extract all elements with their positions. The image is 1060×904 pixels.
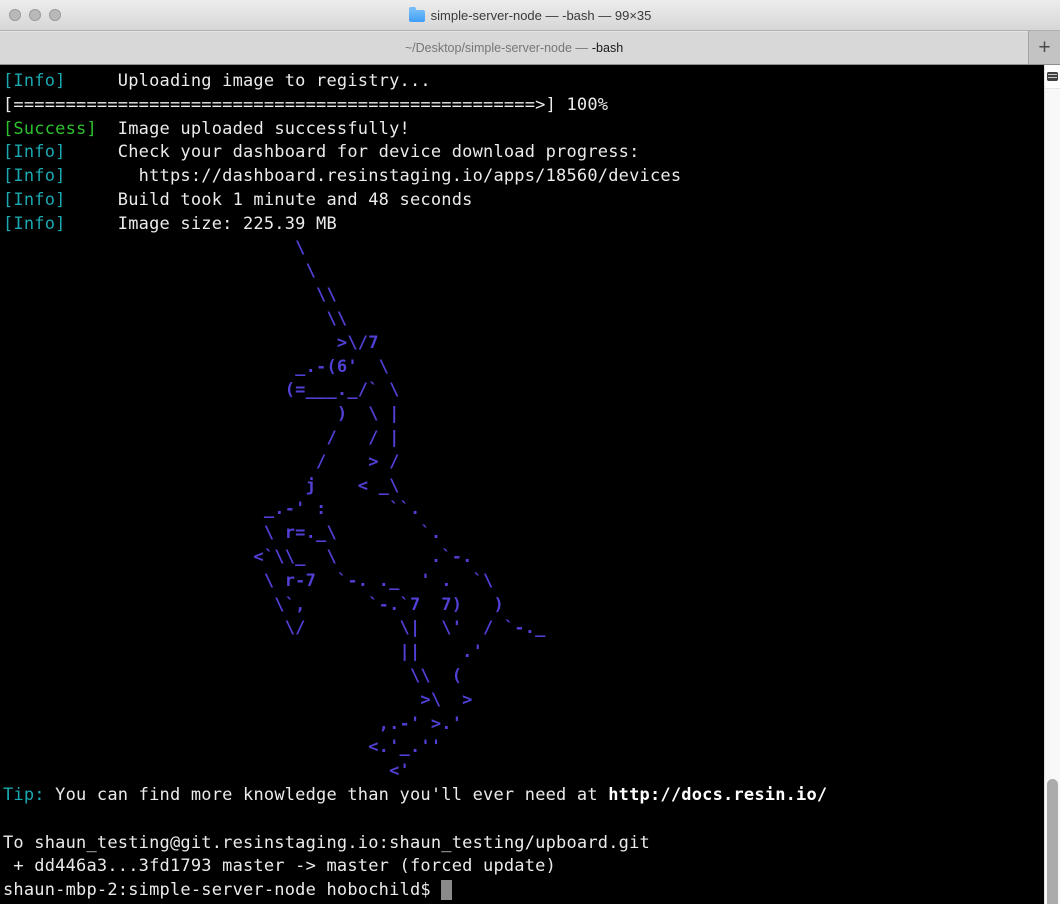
terminal-line: || .' xyxy=(3,641,1060,665)
text-segment: Image size: 225.39 MB xyxy=(66,214,337,234)
terminal-line: _.-' : ``. xyxy=(3,498,1060,522)
terminal-line: (=___._/` \ xyxy=(3,379,1060,403)
text-segment: \\ xyxy=(3,309,347,329)
terminal-line: / > / xyxy=(3,451,1060,475)
terminal-line: [Info] Build took 1 minute and 48 second… xyxy=(3,189,1060,213)
text-segment: \ r-7 `-. ._ ' . `\ xyxy=(3,571,493,591)
text-segment: >\ > xyxy=(3,690,473,710)
terminal-line: / / | xyxy=(3,427,1060,451)
terminal-line: ) \ | xyxy=(3,403,1060,427)
text-segment: Image uploaded successfully! xyxy=(97,119,410,139)
tab-active[interactable]: ~/Desktop/simple-server-node — -bash xyxy=(0,31,1028,64)
text-segment: To shaun_testing@git.resinstaging.io:sha… xyxy=(3,833,650,853)
text-segment: shaun-mbp-2:simple-server-node hobochild… xyxy=(3,880,441,900)
terminal-line: [Info] https://dashboard.resinstaging.io… xyxy=(3,165,1060,189)
terminal-line: + dd446a3...3fd1793 master -> master (fo… xyxy=(3,855,1060,879)
terminal-line: <.'_.'' xyxy=(3,736,1060,760)
terminal-output: [Info] Uploading image to registry...[==… xyxy=(0,65,1060,903)
close-button[interactable] xyxy=(9,9,21,21)
terminal-line: [Info] Uploading image to registry... xyxy=(3,70,1060,94)
terminal-line: <' xyxy=(3,760,1060,784)
text-segment: \\ ( xyxy=(3,666,462,686)
text-segment: _.-' : ``. xyxy=(3,499,420,519)
terminal-line: ,.-' >.' xyxy=(3,713,1060,737)
window-title: simple-server-node — -bash — 99×35 xyxy=(431,8,652,23)
text-segment: _.-(6' \ xyxy=(3,357,389,377)
text-segment: (=___._/` \ xyxy=(3,380,400,400)
text-segment: You can find more knowledge than you'll … xyxy=(45,785,608,805)
window-title-group: simple-server-node — -bash — 99×35 xyxy=(409,8,652,23)
text-segment: <`\\_ \ .`-. xyxy=(3,547,473,567)
terminal-line: \ xyxy=(3,237,1060,261)
terminal-line: \ r=._\ `. xyxy=(3,522,1060,546)
text-segment: || .' xyxy=(3,642,483,662)
terminal-line: Tip: You can find more knowledge than yo… xyxy=(3,784,1060,808)
terminal-line: \\ ( xyxy=(3,665,1060,689)
titlebar[interactable]: simple-server-node — -bash — 99×35 xyxy=(0,0,1060,31)
text-segment: >\/7 xyxy=(3,333,379,353)
terminal-line: [Success] Image uploaded successfully! xyxy=(3,118,1060,142)
traffic-lights xyxy=(9,0,61,30)
split-pane-button[interactable] xyxy=(1045,65,1060,89)
scrollbar-thumb[interactable] xyxy=(1047,779,1058,904)
terminal-line: >\/7 xyxy=(3,332,1060,356)
terminal-screen[interactable]: [Info] Uploading image to registry...[==… xyxy=(0,65,1060,904)
text-segment: \ r=._\ `. xyxy=(3,523,441,543)
tab-bar: ~/Desktop/simple-server-node — -bash + xyxy=(0,31,1060,65)
terminal-line: [Info] Image size: 225.39 MB xyxy=(3,213,1060,237)
text-segment: + dd446a3...3fd1793 master -> master (fo… xyxy=(3,856,556,876)
text-segment: \`, `-.`7 7) ) xyxy=(3,595,504,615)
tab-title-process: -bash xyxy=(592,41,623,55)
text-segment: Build took 1 minute and 48 seconds xyxy=(66,190,473,210)
terminal-line: \/ \| \' / `-._ xyxy=(3,617,1060,641)
text-segment: [=======================================… xyxy=(3,95,608,115)
text-segment: ,.-' >.' xyxy=(3,714,462,734)
terminal-line xyxy=(3,808,1060,832)
text-segment: https://dashboard.resinstaging.io/apps/1… xyxy=(66,166,682,186)
terminal-line: \ xyxy=(3,260,1060,284)
split-pane-icon xyxy=(1047,72,1058,81)
tab-title-path: ~/Desktop/simple-server-node — xyxy=(405,41,588,55)
text-segment: http://docs.resin.io/ xyxy=(608,785,827,805)
text-segment: [Info] xyxy=(3,142,66,162)
terminal-line: [=======================================… xyxy=(3,94,1060,118)
text-segment: / / | xyxy=(3,428,400,448)
terminal-line: \\ xyxy=(3,284,1060,308)
text-segment: Tip: xyxy=(3,785,45,805)
text-segment: j < _\ xyxy=(3,476,400,496)
zoom-button[interactable] xyxy=(49,9,61,21)
text-segment: \ xyxy=(3,238,306,258)
terminal-line: <`\\_ \ .`-. xyxy=(3,546,1060,570)
text-segment: <' xyxy=(3,761,410,781)
terminal-line: To shaun_testing@git.resinstaging.io:sha… xyxy=(3,832,1060,856)
terminal-line: shaun-mbp-2:simple-server-node hobochild… xyxy=(3,879,1060,903)
text-segment: [Info] xyxy=(3,190,66,210)
terminal-window: simple-server-node — -bash — 99×35 ~/Des… xyxy=(0,0,1060,904)
text-segment: [Success] xyxy=(3,119,97,139)
text-segment: \/ \| \' / `-._ xyxy=(3,618,546,638)
minimize-button[interactable] xyxy=(29,9,41,21)
terminal-line: _.-(6' \ xyxy=(3,356,1060,380)
text-segment: [Info] xyxy=(3,166,66,186)
folder-icon xyxy=(409,10,425,22)
new-tab-button[interactable]: + xyxy=(1028,31,1060,64)
terminal-line: j < _\ xyxy=(3,475,1060,499)
scrollbar-track[interactable] xyxy=(1044,65,1060,904)
text-segment: Uploading image to registry... xyxy=(66,71,431,91)
text-segment: Check your dashboard for device download… xyxy=(66,142,640,162)
terminal-line: \`, `-.`7 7) ) xyxy=(3,594,1060,618)
terminal-line: [Info] Check your dashboard for device d… xyxy=(3,141,1060,165)
terminal-line: >\ > xyxy=(3,689,1060,713)
terminal-line: \ r-7 `-. ._ ' . `\ xyxy=(3,570,1060,594)
text-segment: / > / xyxy=(3,452,400,472)
terminal-line: \\ xyxy=(3,308,1060,332)
text-segment: ) \ | xyxy=(3,404,400,424)
text-segment: [Info] xyxy=(3,214,66,234)
terminal-cursor xyxy=(441,880,451,900)
text-segment: \\ xyxy=(3,285,337,305)
text-segment: <.'_.'' xyxy=(3,737,441,757)
text-segment: [Info] xyxy=(3,71,66,91)
text-segment: \ xyxy=(3,261,316,281)
